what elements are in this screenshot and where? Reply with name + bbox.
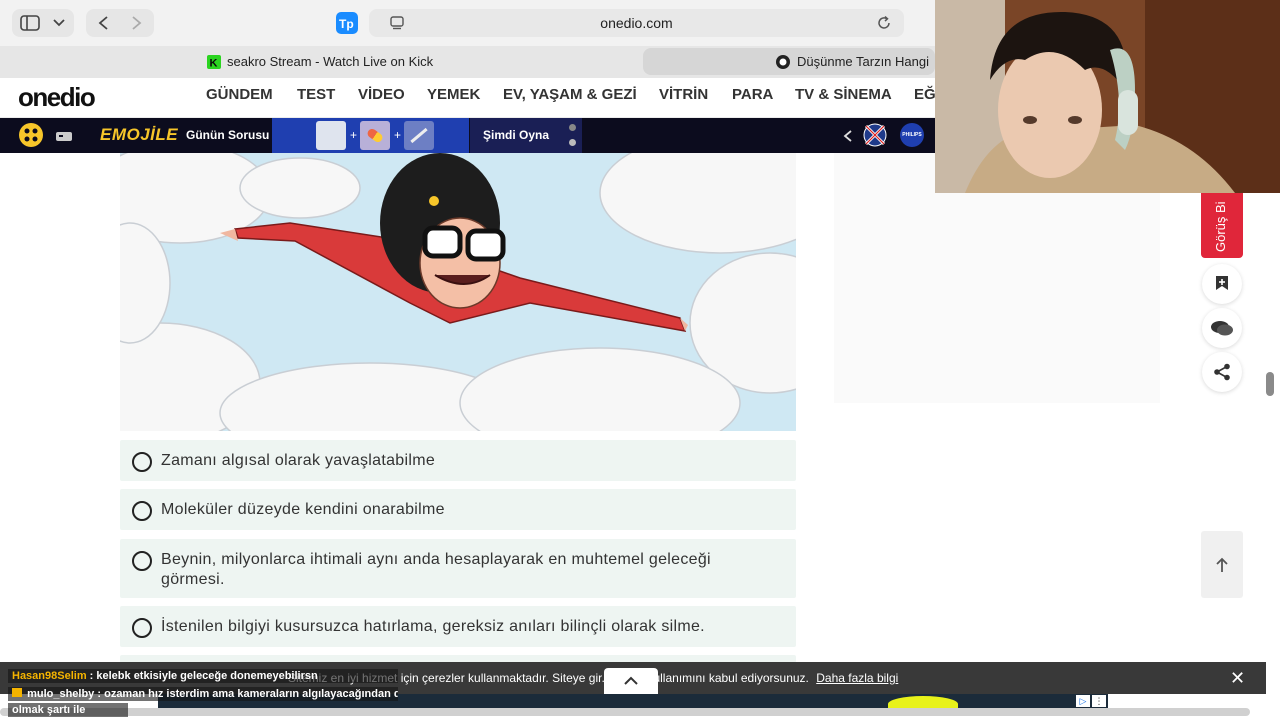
ad-menu-icon[interactable]: ⋮ (1092, 695, 1106, 707)
chat-text: : ozaman hız isterdim ama kameraların al… (97, 688, 398, 700)
svg-text:K: K (210, 57, 218, 69)
arrow-up-icon (1216, 557, 1228, 572)
answer-option[interactable]: Beynin, milyonlarca ihtimali aynı anda h… (120, 539, 796, 598)
plus-icon: + (350, 128, 358, 142)
answer-text: Zamanı algısal olarak yavaşlatabilme (161, 452, 436, 469)
feedback-tab[interactable]: Görüş Bi (1201, 190, 1243, 258)
webcam-overlay (935, 0, 1280, 193)
chat-message: olmak şartı ile (8, 703, 128, 717)
bookmark-add-icon (1216, 276, 1228, 290)
emoji-puzzle-panel[interactable]: + + (272, 118, 469, 153)
extension-tp-icon: Tp (336, 12, 358, 34)
flying-character-illustration (120, 153, 796, 431)
comments-button[interactable] (1202, 308, 1242, 348)
nav-egitim[interactable]: EĞ (914, 86, 936, 103)
answer-option[interactable]: Zamanı algısal olarak yavaşlatabilme (120, 440, 796, 481)
tab-title: Düşünme Tarzın Hangi (797, 54, 929, 69)
feedback-label: Görüş Bi (1213, 201, 1228, 252)
comments-icon (1211, 321, 1233, 336)
forward-icon[interactable] (131, 15, 143, 31)
nav-vitrin[interactable]: VİTRİN (659, 86, 708, 103)
kick-icon: K (207, 54, 221, 69)
bookmark-button[interactable] (1202, 264, 1242, 304)
carousel-dot[interactable] (569, 139, 576, 146)
answer-option[interactable]: Moleküler düzeyde kendini onarabilme (120, 489, 796, 530)
tab-onedio[interactable]: Düşünme Tarzın Hangi (643, 48, 935, 75)
nav-yemek[interactable]: YEMEK (427, 86, 480, 103)
badge-icon (12, 688, 22, 697)
onedio-favicon-icon (776, 54, 790, 69)
carousel-dot[interactable] (569, 124, 576, 131)
radio-button[interactable] (132, 501, 152, 521)
chat-text: olmak şartı ile (12, 704, 86, 716)
syringe-emoji-icon (404, 121, 434, 150)
gamepad-icon[interactable] (56, 130, 72, 142)
document-emoji-icon (316, 121, 346, 150)
question-image (120, 153, 796, 431)
extension-button[interactable]: Tp (330, 9, 364, 37)
chat-username: Hasan98Selim (12, 670, 87, 682)
reload-icon[interactable] (876, 15, 892, 31)
close-icon[interactable]: ✕ (1230, 668, 1245, 689)
tab-title: seakro Stream - Watch Live on Kick (227, 54, 434, 69)
chat-message: Hasan98Selim : kelebk etkisiyle geleceğe… (8, 669, 398, 683)
chat-username: mulo_shelby (27, 688, 95, 700)
play-now-button[interactable]: Şimdi Oyna (470, 118, 582, 153)
onedio-logo[interactable]: onedio (18, 82, 96, 113)
uk-flag-icon[interactable] (863, 123, 887, 147)
back-icon[interactable] (97, 15, 109, 31)
nav-ev-yasam-gezi[interactable]: EV, YAŞAM & GEZİ (503, 86, 637, 103)
sidebar-toggle-button[interactable] (12, 9, 74, 37)
url-text: onedio.com (600, 15, 673, 31)
play-now-label: Şimdi Oyna (483, 128, 550, 142)
tab-kick[interactable]: K seakro Stream - Watch Live on Kick (200, 48, 640, 75)
games-icon[interactable] (18, 122, 44, 148)
chat-message: mulo_shelby : ozaman hız isterdim ama ka… (8, 687, 398, 701)
answer-option[interactable]: İstenilen bilgiyi kusursuzca hatırlama, … (120, 606, 796, 647)
nav-test[interactable]: TEST (297, 86, 335, 103)
sponsor-logo[interactable]: PHILIPS (900, 123, 924, 147)
chevron-left-icon[interactable] (843, 129, 853, 143)
streamer-webcam-image (935, 0, 1280, 193)
nav-video[interactable]: VİDEO (358, 86, 405, 103)
answer-text: İstenilen bilgiyi kusursuzca hatırlama, … (161, 618, 705, 635)
expand-tab[interactable] (604, 668, 658, 694)
radio-button[interactable] (132, 551, 152, 571)
radio-button[interactable] (132, 618, 152, 638)
nav-tv-sinema[interactable]: TV & SİNEMA (795, 86, 892, 103)
sidebar-icon (20, 15, 40, 31)
pill-emoji-icon (360, 121, 390, 150)
nav-para[interactable]: PARA (732, 86, 773, 103)
history-nav (86, 9, 154, 37)
share-button[interactable] (1202, 352, 1242, 392)
plus-icon: + (394, 128, 402, 142)
chevron-up-icon (624, 676, 638, 685)
games-bar: EMOJİLE Günün Sorusu + + Şimdi Oyna PHIL… (0, 118, 935, 153)
scroll-to-top-button[interactable] (1201, 531, 1243, 598)
more-info-link[interactable]: Daha fazla bilgi (816, 671, 898, 685)
answer-text: Moleküler düzeyde kendini onarabilme (161, 501, 445, 518)
emojile-logo[interactable]: EMOJİLE (100, 125, 178, 145)
chevron-down-icon (53, 19, 65, 27)
address-bar[interactable]: onedio.com (369, 9, 904, 37)
adchoices-icon[interactable]: ▷ (1076, 695, 1090, 707)
chat-text: : kelebk etkisiyle geleceğe donemeyebili… (89, 670, 318, 682)
radio-button[interactable] (132, 452, 152, 472)
horizontal-scrollbar[interactable] (0, 708, 1250, 716)
nav-gundem[interactable]: GÜNDEM (206, 86, 273, 103)
site-navigation: onedio GÜNDEM TEST VİDEO YEMEK EV, YAŞAM… (0, 80, 936, 118)
daily-question-label[interactable]: Günün Sorusu (186, 128, 269, 142)
answer-text: Beynin, milyonlarca ihtimali aynı anda h… (161, 551, 711, 588)
svg-text:Tp: Tp (339, 17, 354, 31)
share-icon (1214, 363, 1230, 381)
page-scrollbar[interactable] (1266, 372, 1274, 396)
